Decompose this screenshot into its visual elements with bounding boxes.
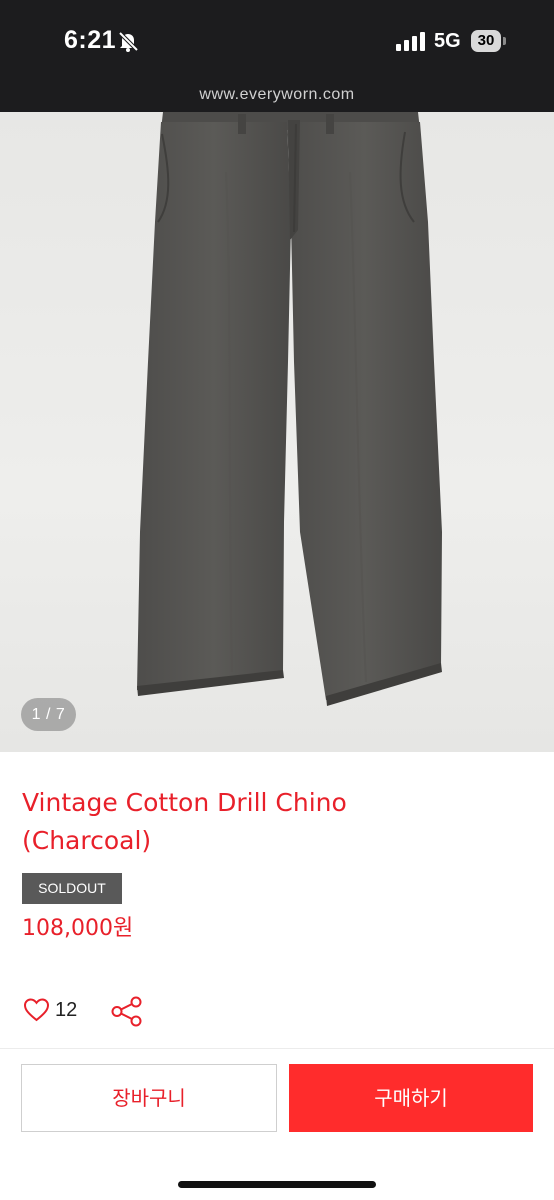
product-title: Vintage Cotton Drill Chino (Charcoal)	[22, 784, 522, 860]
product-image-gallery[interactable]	[0, 112, 554, 752]
home-indicator[interactable]	[178, 1181, 376, 1188]
share-icon[interactable]	[110, 996, 143, 1027]
product-image	[137, 112, 442, 706]
signal-icon	[396, 32, 425, 51]
product-price: 108,000원	[22, 916, 134, 941]
bell-muted-icon	[118, 31, 139, 52]
browser-url-bar[interactable]: www.everyworn.com	[0, 84, 554, 112]
divider	[0, 1048, 554, 1049]
network-label: 5G	[434, 30, 461, 52]
like-count: 12	[55, 999, 78, 1021]
battery-level: 30	[471, 30, 501, 52]
product-title-line1: Vintage Cotton Drill Chino	[22, 788, 347, 817]
status-bar: 6:21 5G 30	[0, 0, 554, 84]
status-badge: SOLDOUT	[22, 873, 122, 904]
heart-icon[interactable]	[23, 997, 50, 1023]
add-to-cart-button[interactable]: 장바구니	[21, 1064, 277, 1132]
image-counter: 1 / 7	[21, 698, 76, 731]
battery-tip	[503, 37, 506, 45]
buy-now-button[interactable]: 구매하기	[289, 1064, 533, 1132]
status-time: 6:21	[64, 26, 117, 54]
product-title-line2: (Charcoal)	[22, 826, 152, 855]
battery-icon: 30	[471, 30, 507, 52]
